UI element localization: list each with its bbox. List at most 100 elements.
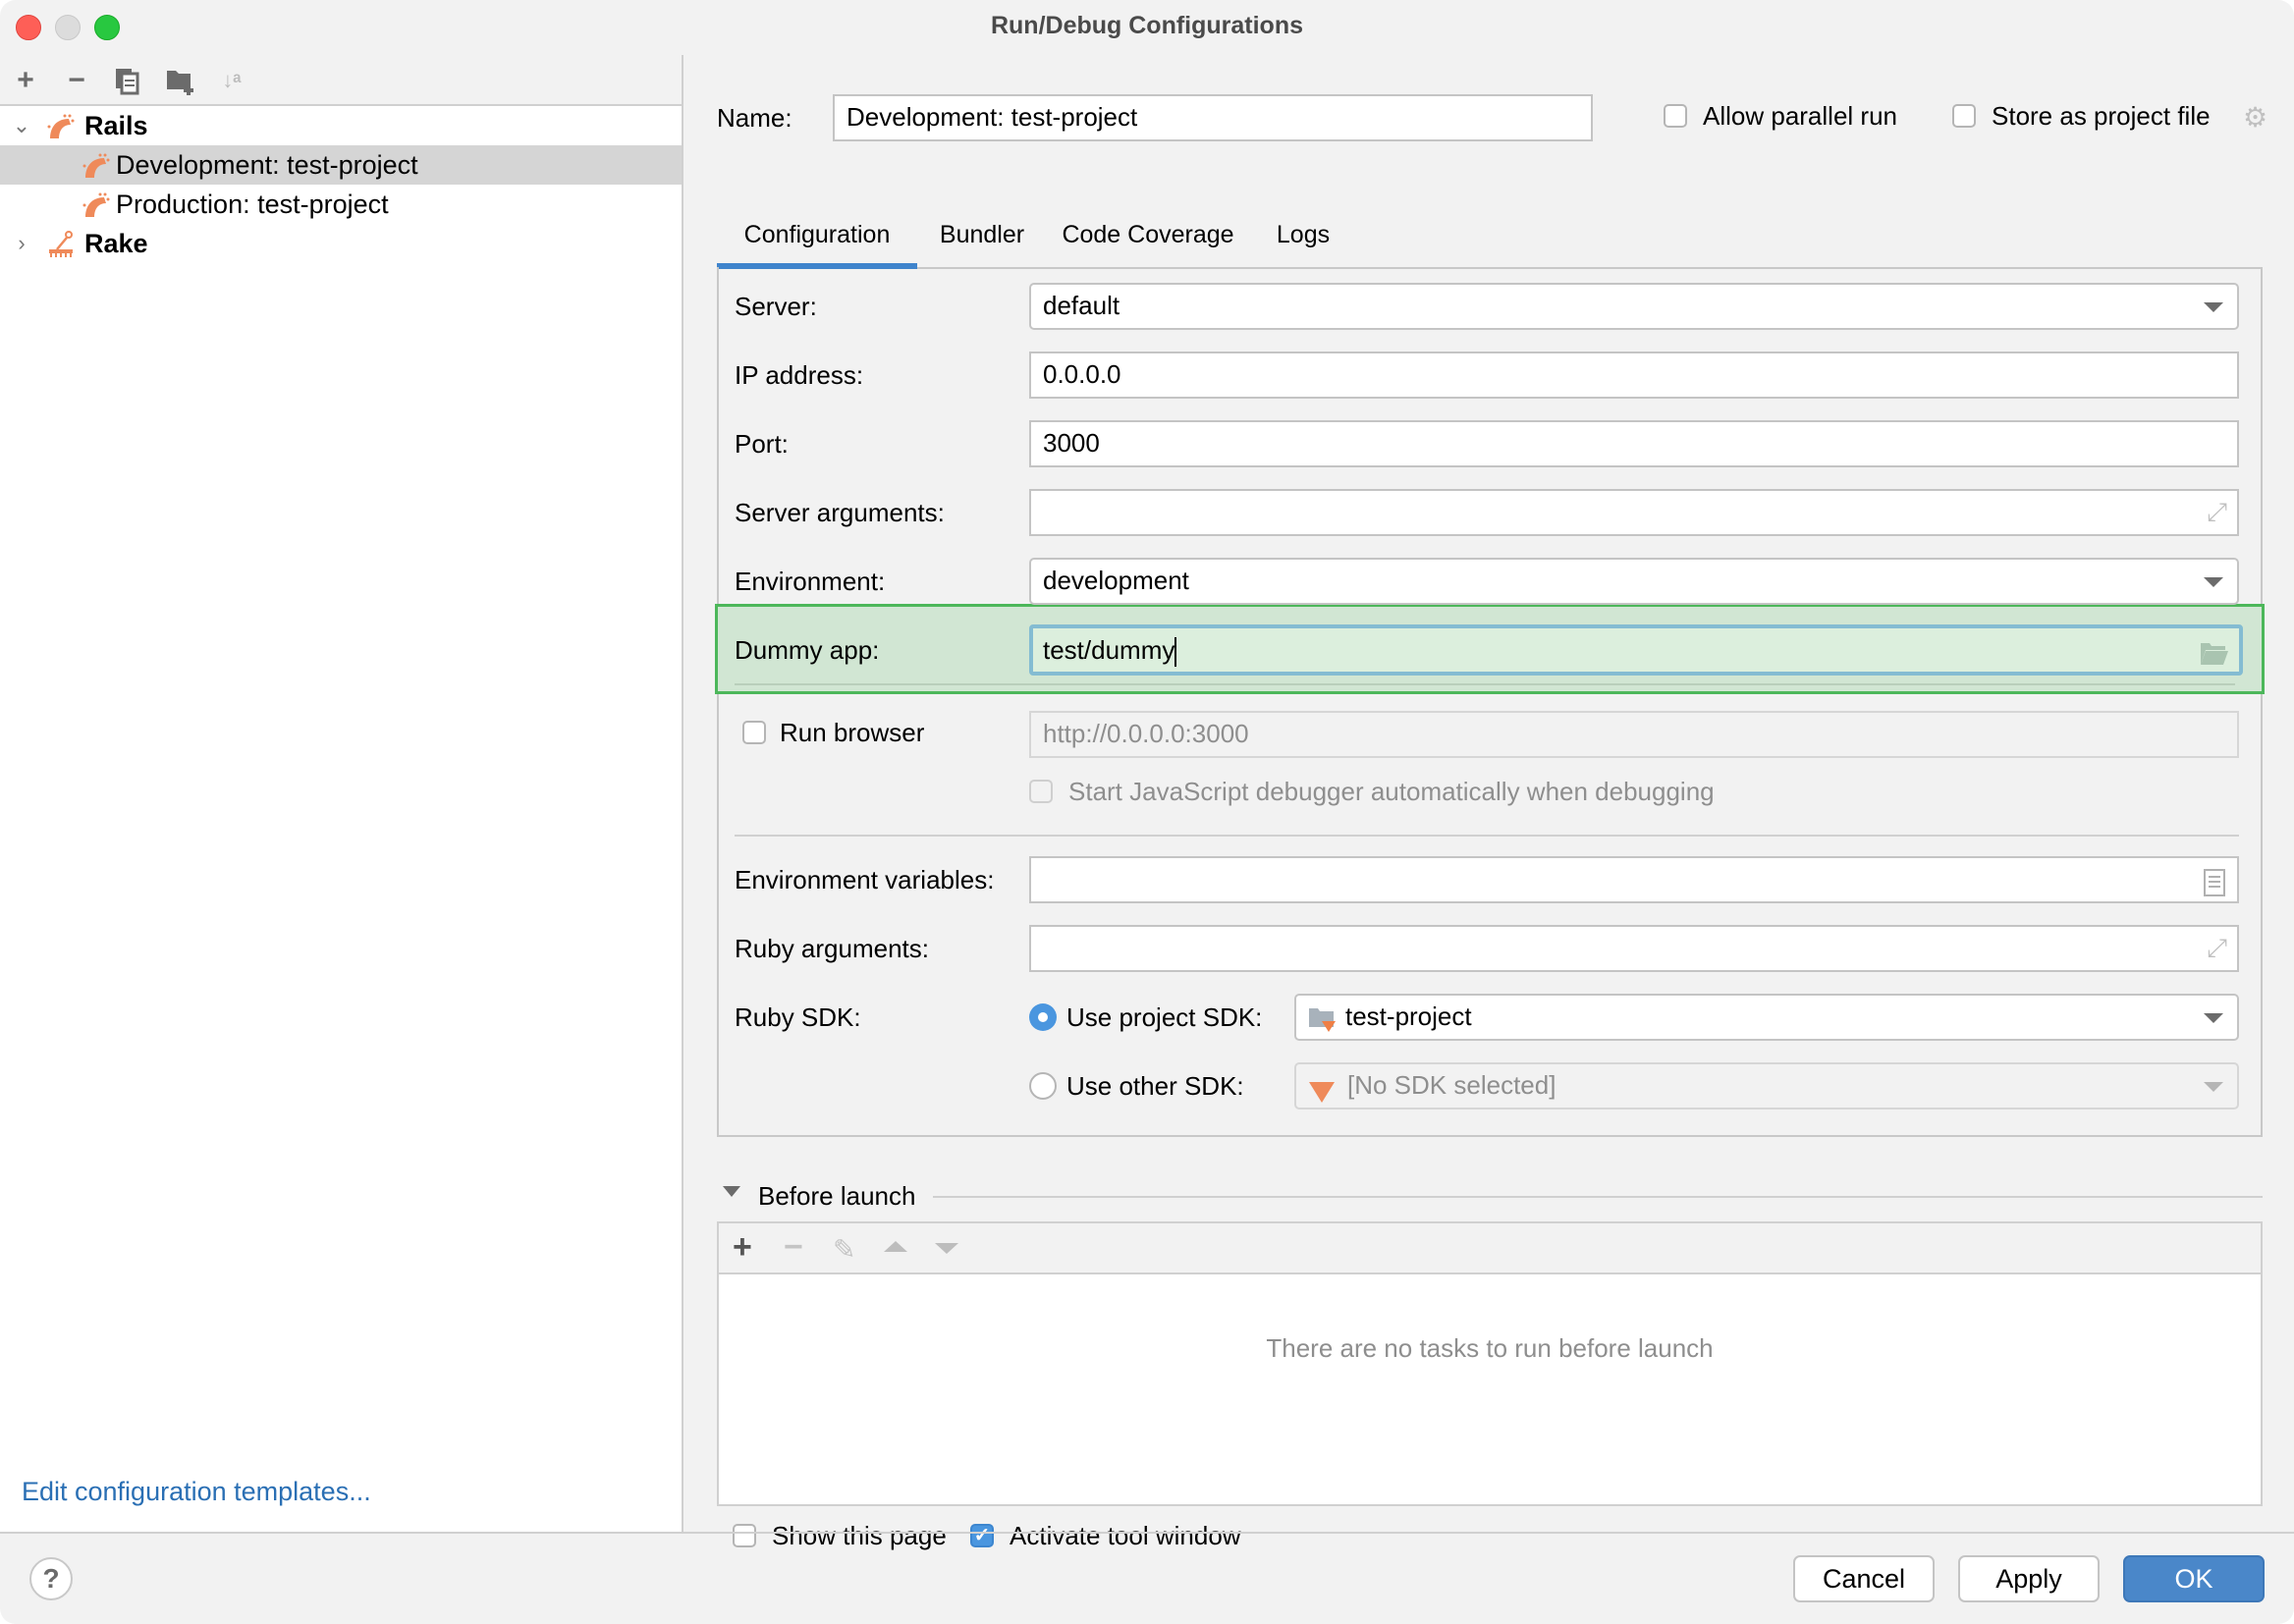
use-project-sdk-label: Use project SDK: <box>1066 1002 1263 1032</box>
cancel-button[interactable]: Cancel <box>1793 1555 1935 1602</box>
ruby-arguments-input[interactable]: ⤢ <box>1029 925 2239 972</box>
run-browser-checkbox[interactable] <box>742 721 766 744</box>
server-select[interactable]: default <box>1029 283 2239 330</box>
dummy-app-input[interactable]: test/dummy <box>1029 624 2243 676</box>
rails-icon <box>82 151 110 179</box>
before-launch-list: + − ✎ There are no tasks to run before l… <box>717 1221 2263 1506</box>
ruby-sdk-label: Ruby SDK: <box>735 1002 861 1032</box>
activate-tool-window-label: Activate tool window <box>1010 1521 1241 1550</box>
tree-group-label: Rails <box>84 111 148 140</box>
other-sdk-value: [No SDK selected] <box>1347 1070 1557 1100</box>
environment-variables-label: Environment variables: <box>735 865 995 894</box>
ip-address-label: IP address: <box>735 360 864 390</box>
other-sdk-select[interactable]: [No SDK selected] <box>1294 1062 2239 1110</box>
chevron-down-icon <box>2204 302 2223 312</box>
use-other-sdk-label: Use other SDK: <box>1066 1071 1244 1101</box>
configuration-editor: Name: Development: test-project Allow pa… <box>683 55 2294 1550</box>
ip-address-input[interactable]: 0.0.0.0 <box>1029 352 2239 399</box>
environment-value: development <box>1043 566 1189 595</box>
environment-label: Environment: <box>735 567 886 596</box>
ruby-arguments-label: Ruby arguments: <box>735 934 929 963</box>
environment-select[interactable]: development <box>1029 558 2239 605</box>
store-as-project-file-label: Store as project file <box>1992 101 2211 131</box>
tree-group-rake[interactable]: › Rake <box>0 224 682 263</box>
browse-document-icon[interactable] <box>2204 867 2225 908</box>
run-browser-url-input[interactable]: http://0.0.0.0:3000 <box>1029 711 2239 758</box>
move-up-icon[interactable] <box>884 1241 907 1252</box>
sort-alpha-icon[interactable]: ↓ᵃ <box>214 63 249 98</box>
server-value: default <box>1043 291 1120 320</box>
move-down-icon[interactable] <box>935 1243 958 1254</box>
environment-variables-input[interactable] <box>1029 856 2239 903</box>
server-label: Server: <box>735 292 817 321</box>
edit-configuration-templates-link[interactable]: Edit configuration templates... <box>22 1477 371 1507</box>
project-sdk-value: test-project <box>1345 1001 1472 1031</box>
configurations-sidebar: + − ↓ᵃ ⌄ Rails Development: test-project <box>0 55 683 1532</box>
sdk-folder-icon <box>1308 1003 1338 1045</box>
separator <box>735 835 2239 837</box>
port-input[interactable]: 3000 <box>1029 420 2239 467</box>
tree-item-label: Development: test-project <box>116 150 418 180</box>
remove-icon[interactable]: − <box>784 1229 803 1265</box>
name-label: Name: <box>717 103 792 133</box>
before-launch-title: Before launch <box>758 1181 916 1211</box>
tree-group-label: Rake <box>84 229 148 258</box>
show-this-page-label: Show this page <box>772 1521 947 1550</box>
chevron-down-icon <box>2204 577 2223 587</box>
apply-button[interactable]: Apply <box>1958 1555 2100 1602</box>
footer-separator <box>0 1532 2294 1534</box>
allow-parallel-run-checkbox[interactable] <box>1664 104 1687 128</box>
empty-tasks-text: There are no tasks to run before launch <box>1266 1333 1714 1363</box>
dummy-app-value: test/dummy <box>1043 635 1175 665</box>
edit-icon[interactable]: ✎ <box>833 1233 855 1266</box>
tab-bundler[interactable]: Bundler <box>917 202 1047 267</box>
tab-bar: Configuration Bundler Code Coverage Logs <box>717 202 2263 269</box>
expand-icon[interactable]: ⤢ <box>2207 927 2227 968</box>
new-folder-icon[interactable] <box>163 63 198 98</box>
port-label: Port: <box>735 429 789 459</box>
separator <box>735 683 2235 685</box>
project-sdk-select[interactable]: test-project <box>1294 994 2239 1041</box>
js-debugger-label: Start JavaScript debugger automatically … <box>1068 777 1715 806</box>
add-icon[interactable]: + <box>733 1229 752 1265</box>
dummy-app-label: Dummy app: <box>735 635 880 665</box>
sidebar-toolbar: + − ↓ᵃ <box>0 55 682 106</box>
help-button[interactable]: ? <box>29 1557 73 1600</box>
store-as-project-file-checkbox[interactable] <box>1952 104 1976 128</box>
tree-item-development[interactable]: Development: test-project <box>0 145 682 185</box>
name-input[interactable]: Development: test-project <box>833 94 1593 141</box>
use-other-sdk-radio[interactable] <box>1029 1072 1057 1100</box>
tree-item-production[interactable]: Production: test-project <box>0 185 682 224</box>
folder-open-icon[interactable] <box>2200 636 2229 679</box>
server-arguments-input[interactable]: ⤢ <box>1029 489 2239 536</box>
window-title: Run/Debug Configurations <box>990 12 1304 39</box>
add-icon[interactable]: + <box>8 63 43 98</box>
separator <box>933 1196 2263 1198</box>
js-debugger-checkbox[interactable] <box>1029 780 1053 803</box>
gear-icon[interactable]: ⚙ <box>2243 98 2267 137</box>
allow-parallel-run-label: Allow parallel run <box>1703 101 1897 131</box>
chevron-down-icon <box>2204 1013 2223 1023</box>
tab-configuration[interactable]: Configuration <box>717 202 917 269</box>
expand-icon[interactable]: ⤢ <box>2207 491 2227 532</box>
remove-icon[interactable]: − <box>59 63 94 98</box>
ruby-gem-icon <box>1308 1074 1336 1115</box>
chevron-down-icon[interactable]: ⌄ <box>12 106 31 145</box>
chevron-right-icon[interactable]: › <box>12 224 31 263</box>
tree-group-rails[interactable]: ⌄ Rails <box>0 106 682 145</box>
show-this-page-checkbox[interactable] <box>733 1524 756 1547</box>
run-browser-label: Run browser <box>780 718 925 747</box>
title-bar: Run/Debug Configurations <box>0 0 2294 55</box>
activate-tool-window-checkbox[interactable]: ✓ <box>970 1524 994 1547</box>
text-cursor <box>1174 637 1177 668</box>
chevron-down-icon <box>2204 1082 2223 1092</box>
tab-logs[interactable]: Logs <box>1249 202 1357 267</box>
before-launch-toolbar: + − ✎ <box>719 1223 2261 1274</box>
rails-icon <box>47 112 75 139</box>
copy-icon[interactable] <box>110 63 145 98</box>
use-project-sdk-radio[interactable] <box>1029 1003 1057 1031</box>
collapse-triangle-icon[interactable] <box>723 1186 740 1197</box>
ok-button[interactable]: OK <box>2123 1555 2265 1602</box>
run-debug-dialog: Run/Debug Configurations + − ↓ᵃ ⌄ Rails <box>0 0 2294 1624</box>
tab-code-coverage[interactable]: Code Coverage <box>1047 202 1249 267</box>
